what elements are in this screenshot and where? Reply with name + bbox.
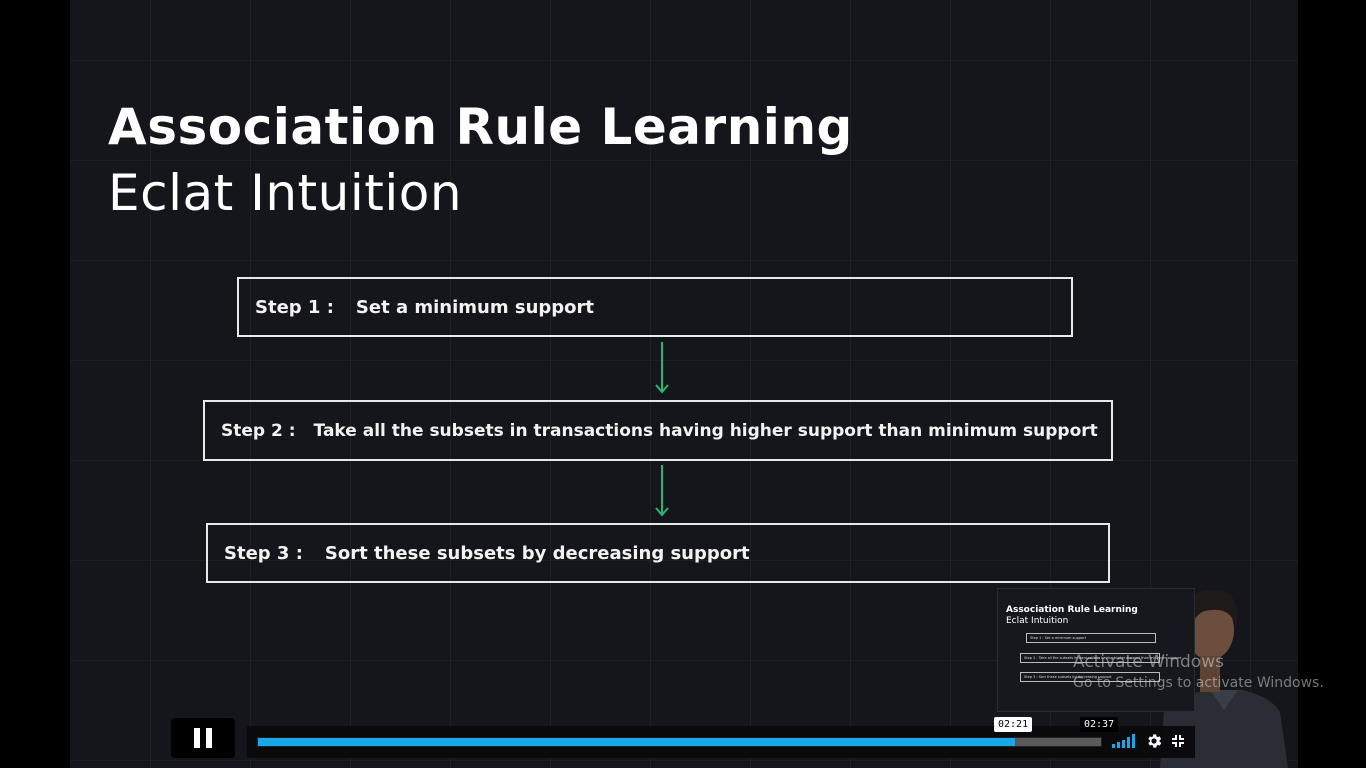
presentation-thumbnail: Association Rule Learning Eclat Intuitio… bbox=[997, 588, 1195, 712]
windows-activation-watermark: Activate Windows Go to Settings to activ… bbox=[1073, 652, 1324, 691]
step-2-label: Step 2 : bbox=[221, 420, 296, 441]
thumbnail-step-1: Step 1 : Set a minimum support bbox=[1026, 633, 1156, 643]
player-control-bar bbox=[247, 726, 1195, 758]
step-1-box: Step 1 : Set a minimum support bbox=[237, 277, 1073, 337]
step-3-box: Step 3 : Sort these subsets by decreasin… bbox=[206, 523, 1110, 583]
step-3-label: Step 3 : bbox=[224, 542, 303, 564]
step-1-label: Step 1 : bbox=[255, 296, 334, 318]
thumbnail-subtitle: Eclat Intuition bbox=[1006, 616, 1069, 626]
watermark-line-2: Go to Settings to activate Windows. bbox=[1073, 675, 1324, 691]
progress-fill bbox=[258, 738, 1015, 746]
step-2-text: Take all the subsets in transactions hav… bbox=[313, 420, 1098, 441]
progress-bar[interactable] bbox=[257, 737, 1102, 747]
slide-title: Association Rule Learning bbox=[108, 98, 853, 156]
down-arrow-icon bbox=[655, 465, 669, 517]
pause-button[interactable] bbox=[171, 718, 235, 758]
step-1-text: Set a minimum support bbox=[355, 296, 595, 318]
step-3-text: Sort these subsets by decreasing support bbox=[324, 542, 750, 564]
volume-icon[interactable] bbox=[1112, 734, 1136, 748]
thumbnail-title: Association Rule Learning bbox=[1006, 605, 1138, 615]
watermark-line-1: Activate Windows bbox=[1073, 652, 1224, 672]
slide-subtitle: Eclat Intuition bbox=[108, 164, 463, 222]
duration: 02:37 bbox=[1080, 717, 1119, 732]
step-2-box: Step 2 : Take all the subsets in transac… bbox=[203, 400, 1113, 461]
down-arrow-icon bbox=[655, 342, 669, 394]
current-time: 02:21 bbox=[994, 717, 1033, 732]
exit-fullscreen-icon[interactable] bbox=[1171, 734, 1185, 748]
gear-icon[interactable] bbox=[1145, 732, 1163, 750]
pause-icon bbox=[194, 728, 200, 748]
